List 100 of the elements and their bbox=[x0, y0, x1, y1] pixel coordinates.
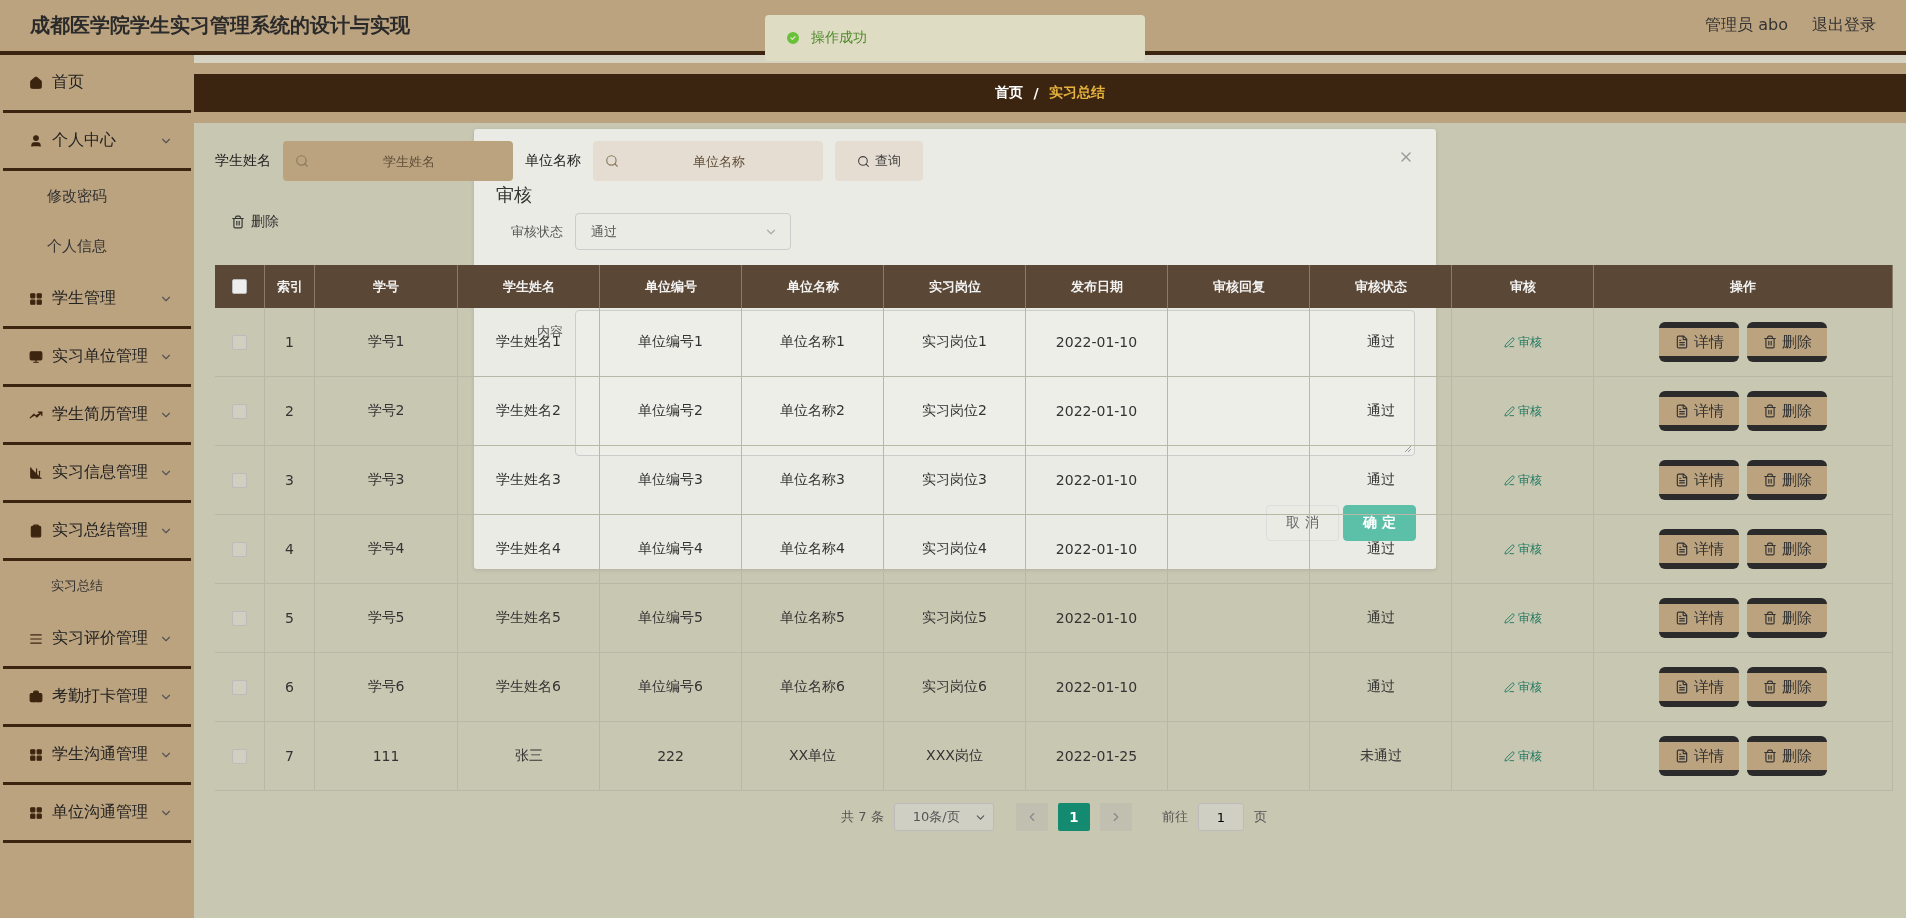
column-header: 审核状态 bbox=[1310, 265, 1452, 308]
delete-button[interactable]: 删除 bbox=[1747, 460, 1827, 500]
grid-icon bbox=[29, 291, 43, 306]
select-all-checkbox[interactable] bbox=[232, 279, 247, 294]
page-unit: 页 bbox=[1253, 808, 1267, 826]
sidebar-item[interactable]: 实习总结管理 bbox=[3, 503, 191, 561]
table-cell: 未通过 bbox=[1310, 722, 1452, 791]
table-cell: 实习岗位2 bbox=[884, 377, 1026, 446]
breadcrumb-item[interactable]: 实习总结 bbox=[1048, 84, 1105, 102]
review-link[interactable]: 审核 bbox=[1503, 747, 1542, 765]
column-header: 索引 bbox=[265, 265, 315, 308]
sidebar-item[interactable]: 个人中心 bbox=[3, 113, 191, 171]
trash-icon bbox=[1762, 680, 1777, 694]
sidebar-item[interactable]: 学生简历管理 bbox=[3, 387, 191, 445]
table-cell: 3 bbox=[265, 446, 315, 515]
detail-button[interactable]: 详情 bbox=[1659, 667, 1739, 707]
trash-icon bbox=[1762, 473, 1777, 487]
trash-icon bbox=[1762, 611, 1777, 625]
table-cell: 1 bbox=[265, 308, 315, 377]
column-header: 操作 bbox=[1594, 265, 1893, 308]
table-cell: 2022-01-10 bbox=[1026, 584, 1168, 653]
detail-button[interactable]: 详情 bbox=[1659, 736, 1739, 776]
sidebar-subitem[interactable]: 个人信息 bbox=[3, 221, 191, 271]
table-cell: 2022-01-10 bbox=[1026, 308, 1168, 377]
detail-button[interactable]: 详情 bbox=[1659, 391, 1739, 431]
search-field[interactable]: 学生姓名 bbox=[283, 141, 513, 181]
briefcase-icon bbox=[29, 689, 43, 704]
status-select[interactable]: 通过 bbox=[575, 213, 791, 250]
review-link[interactable]: 审核 bbox=[1503, 540, 1542, 558]
delete-button[interactable]: 删除 bbox=[1747, 322, 1827, 362]
review-link[interactable]: 审核 bbox=[1503, 333, 1542, 351]
delete-button[interactable]: 删除 bbox=[1747, 391, 1827, 431]
app-title: 成都医学院学生实习管理系统的设计与实现 bbox=[30, 12, 410, 39]
sidebar-item[interactable]: 实习评价管理 bbox=[3, 611, 191, 669]
trash-icon bbox=[1762, 335, 1777, 349]
review-link[interactable]: 审核 bbox=[1503, 678, 1542, 696]
search-button[interactable]: 查询 bbox=[835, 141, 923, 181]
delete-button[interactable]: 删除 bbox=[1747, 736, 1827, 776]
sidebar-item[interactable]: 单位沟通管理 bbox=[3, 785, 191, 843]
sidebar-item[interactable]: 学生管理 bbox=[3, 271, 191, 329]
sidebar-item[interactable]: 学生沟通管理 bbox=[3, 727, 191, 785]
table-cell: 7 bbox=[265, 722, 315, 791]
content-field[interactable] bbox=[575, 310, 1415, 456]
document-icon bbox=[1674, 611, 1689, 625]
table-cell: 通过 bbox=[1310, 584, 1452, 653]
home-icon bbox=[29, 75, 43, 90]
table-cell: 2 bbox=[265, 377, 315, 446]
document-icon bbox=[1674, 404, 1689, 418]
sidebar-subitem[interactable]: 实习总结 bbox=[3, 561, 191, 611]
page-size-select[interactable]: 10条/页 bbox=[893, 803, 994, 831]
sidebar-subitem[interactable]: 修改密码 bbox=[3, 171, 191, 221]
review-link[interactable]: 审核 bbox=[1503, 609, 1542, 627]
delete-button[interactable]: 删除 bbox=[1747, 529, 1827, 569]
cancel-button[interactable]: 取 消 bbox=[1266, 505, 1339, 541]
search-icon bbox=[295, 154, 309, 168]
sidebar-item[interactable]: 考勤打卡管理 bbox=[3, 669, 191, 727]
sidebar-item[interactable]: 实习单位管理 bbox=[3, 329, 191, 387]
table-cell: 学号1 bbox=[315, 308, 458, 377]
review-link[interactable]: 审核 bbox=[1503, 471, 1542, 489]
trash-icon bbox=[1762, 542, 1777, 556]
breadcrumb-item[interactable]: 首页 bbox=[995, 84, 1024, 102]
delete-button[interactable]: 删除 bbox=[227, 209, 283, 235]
table-cell: 学号5 bbox=[315, 584, 458, 653]
table-cell: 学生姓名4 bbox=[458, 515, 600, 584]
bar-chart-icon bbox=[29, 465, 43, 480]
next-page-button[interactable] bbox=[1099, 803, 1132, 831]
page-button[interactable]: 1 bbox=[1057, 803, 1090, 831]
table-cell: 单位名称1 bbox=[742, 308, 884, 377]
search-icon bbox=[605, 154, 619, 168]
column-header: 审核 bbox=[1452, 265, 1594, 308]
detail-button[interactable]: 详情 bbox=[1659, 598, 1739, 638]
page-input[interactable]: 1 bbox=[1197, 803, 1244, 831]
table-cell: 实习岗位3 bbox=[884, 446, 1026, 515]
breadcrumb-separator: / bbox=[1033, 85, 1039, 101]
sidebar-item[interactable]: 首页 bbox=[3, 55, 191, 113]
total-count: 共 7 条 bbox=[841, 808, 884, 826]
delete-button[interactable]: 删除 bbox=[1747, 667, 1827, 707]
table-cell: 张三 bbox=[458, 722, 600, 791]
dialog-title: 审核 bbox=[496, 183, 532, 207]
search-field[interactable]: 单位名称 bbox=[593, 141, 823, 181]
table-cell: 2022-01-10 bbox=[1026, 515, 1168, 584]
prev-page-button[interactable] bbox=[1015, 803, 1048, 831]
table-cell: 单位名称4 bbox=[742, 515, 884, 584]
user-icon bbox=[29, 133, 43, 148]
column-header: 单位名称 bbox=[742, 265, 884, 308]
detail-button[interactable]: 详情 bbox=[1659, 322, 1739, 362]
review-link[interactable]: 审核 bbox=[1503, 402, 1542, 420]
pen-icon bbox=[1503, 612, 1515, 624]
pen-icon bbox=[1503, 543, 1515, 555]
search-label: 学生姓名 bbox=[215, 152, 271, 170]
grid-icon bbox=[29, 805, 43, 820]
detail-button[interactable]: 详情 bbox=[1659, 460, 1739, 500]
detail-button[interactable]: 详情 bbox=[1659, 529, 1739, 569]
resize-grip-icon[interactable] bbox=[1404, 445, 1412, 453]
column-header: 单位编号 bbox=[600, 265, 742, 308]
column-header: 审核回复 bbox=[1168, 265, 1310, 308]
sidebar-item[interactable]: 实习信息管理 bbox=[3, 445, 191, 503]
table-cell: 通过 bbox=[1310, 308, 1452, 377]
delete-button[interactable]: 删除 bbox=[1747, 598, 1827, 638]
logout-link[interactable]: 退出登录 bbox=[1812, 15, 1876, 36]
